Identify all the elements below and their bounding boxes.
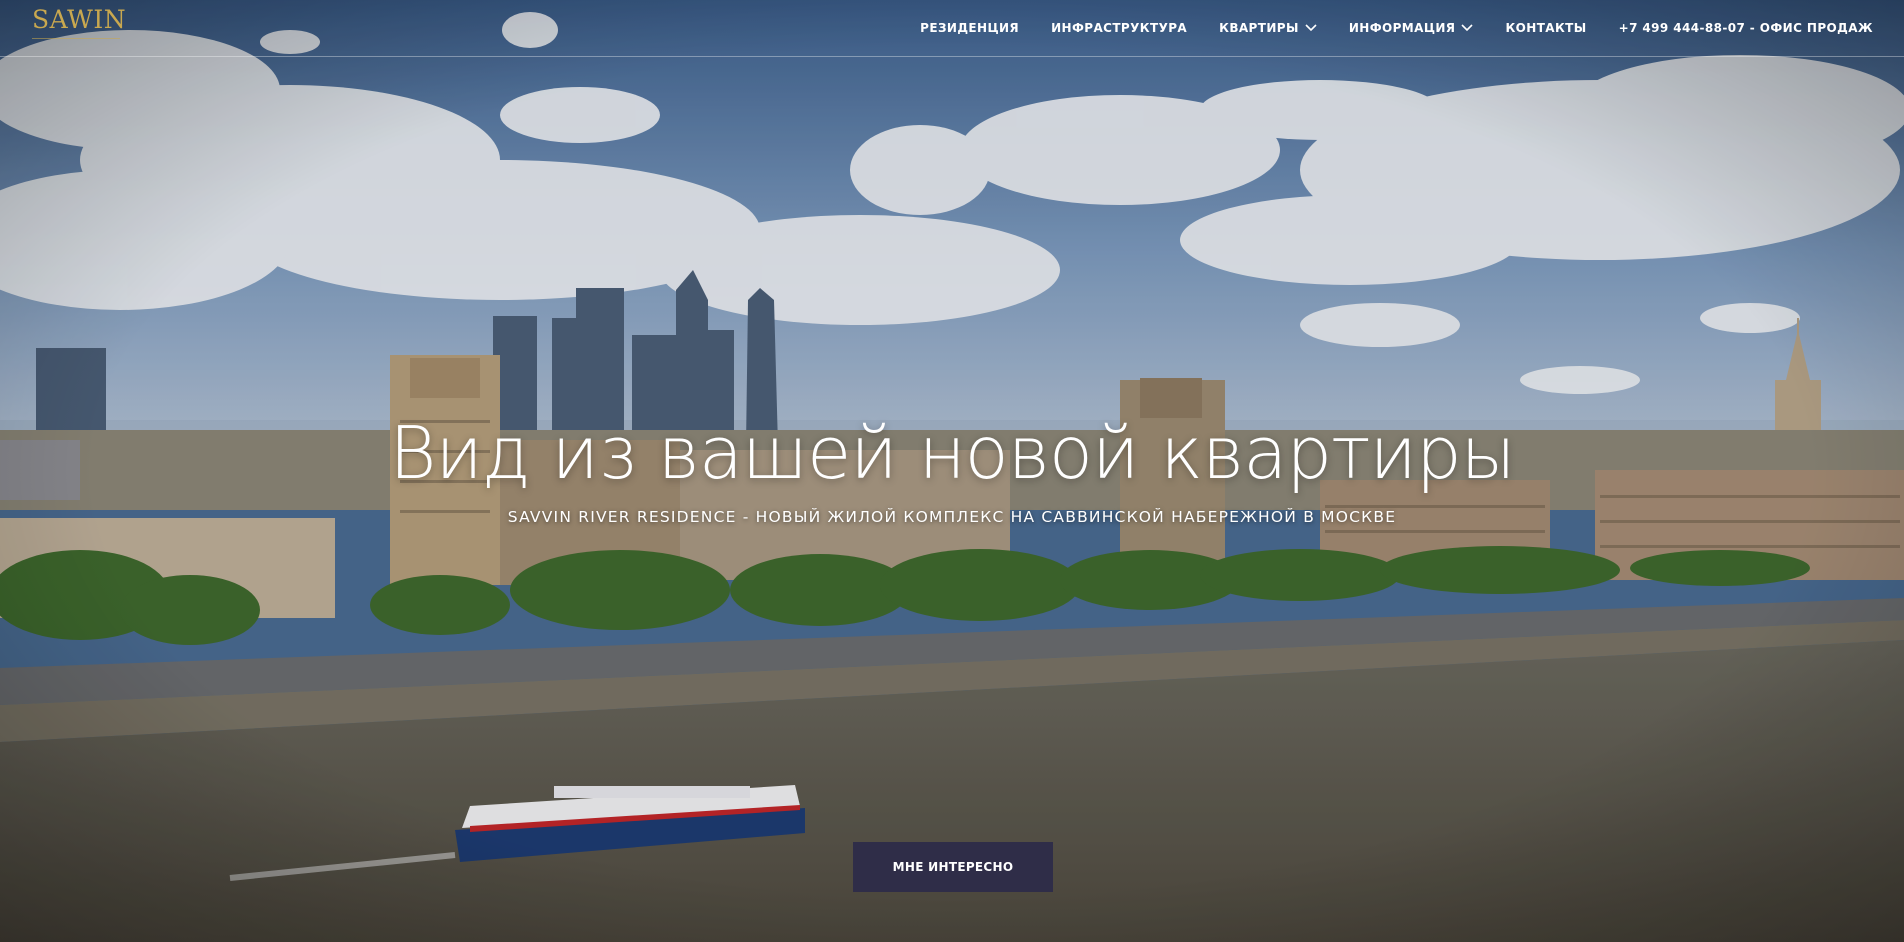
interested-button[interactable]: МНЕ ИНТЕРЕСНО: [853, 842, 1053, 892]
main-nav: РЕЗИДЕНЦИЯ ИНФРАСТРУКТУРА КВАРТИРЫ ИНФОР…: [920, 0, 1873, 56]
nav-item-label: РЕЗИДЕНЦИЯ: [920, 21, 1020, 35]
phone-label: +7 499 444-88-07 - ОФИС ПРОДАЖ: [1618, 21, 1873, 35]
nav-item-information[interactable]: ИНФОРМАЦИЯ: [1349, 21, 1474, 35]
logo-text: SAWIN: [32, 5, 127, 34]
nav-item-infrastructure[interactable]: ИНФРАСТРУКТУРА: [1051, 21, 1187, 35]
nav-phone-sales-office[interactable]: +7 499 444-88-07 - ОФИС ПРОДАЖ: [1619, 21, 1873, 35]
nav-item-label: ИНФОРМАЦИЯ: [1348, 21, 1456, 35]
hero-title: Вид из вашей новой квартиры: [389, 411, 1516, 495]
nav-item-residence[interactable]: РЕЗИДЕНЦИЯ: [920, 21, 1019, 35]
nav-item-apartments[interactable]: КВАРТИРЫ: [1219, 21, 1317, 35]
nav-item-label: ИНФРАСТРУКТУРА: [1051, 21, 1188, 35]
nav-item-label: КОНТАКТЫ: [1505, 21, 1587, 35]
nav-item-contacts[interactable]: КОНТАКТЫ: [1505, 21, 1586, 35]
logo-underline: [32, 38, 120, 39]
chevron-down-icon: [1305, 24, 1317, 32]
hero-subtitle: SAVVIN RIVER RESIDENCE - НОВЫЙ ЖИЛОЙ КОМ…: [507, 508, 1397, 526]
brand-logo[interactable]: SAWIN: [32, 6, 132, 46]
chevron-down-icon: [1461, 24, 1474, 32]
nav-item-label: КВАРТИРЫ: [1219, 21, 1299, 35]
top-navigation-bar: SAWIN РЕЗИДЕНЦИЯ ИНФРАСТРУКТУРА КВАРТИРЫ…: [0, 0, 1904, 57]
